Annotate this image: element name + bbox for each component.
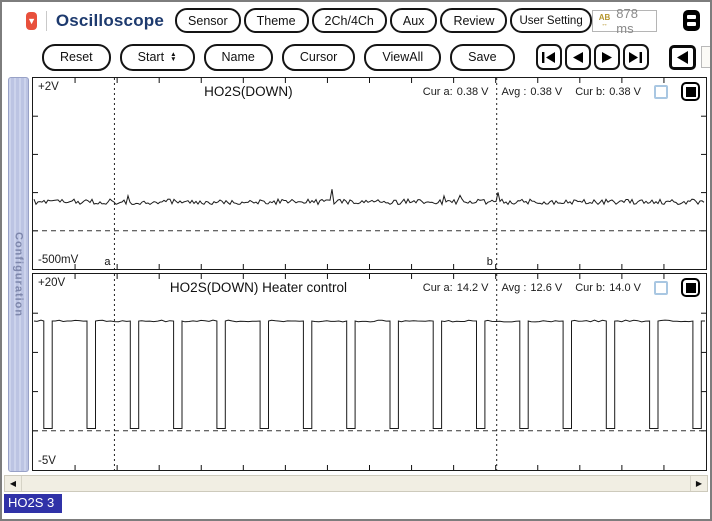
- cursor-time-display: AB ↔ 878 ms: [592, 10, 657, 32]
- toolbar-divider: [46, 11, 47, 31]
- name-button[interactable]: Name: [204, 44, 273, 71]
- chart-stack: +2V -500mV HO2S(DOWN) Cur a:0.38 V Avg :…: [32, 77, 707, 472]
- secondary-toolbar: Reset Start ▲▼ Name Cursor ViewAll Save: [2, 39, 710, 75]
- cursor-b-label[interactable]: b: [487, 256, 493, 268]
- scrollbar-track[interactable]: [22, 476, 690, 491]
- cursor-button[interactable]: Cursor: [282, 44, 356, 71]
- ch2-cursor-a-value: 14.2 V: [457, 282, 489, 294]
- ch2-bottom-scale-label: -5V: [38, 455, 56, 467]
- ch1-bottom-scale-label: -500mV: [38, 254, 78, 266]
- step-forward-icon: [602, 52, 612, 63]
- viewall-button[interactable]: ViewAll: [364, 44, 441, 71]
- skip-start-icon: [542, 52, 555, 63]
- oscilloscope-window: ▼ Oscilloscope Sensor Theme 2Ch/4Ch Aux …: [0, 0, 712, 521]
- ch1-select-indicator[interactable]: [681, 82, 700, 101]
- start-button[interactable]: Start ▲▼: [120, 44, 195, 71]
- ab-cursor-icon: AB ↔: [599, 14, 611, 28]
- skip-end-icon: [629, 52, 642, 63]
- primary-toolbar: ▼ Oscilloscope Sensor Theme 2Ch/4Ch Aux …: [2, 2, 710, 39]
- cursor-a-label[interactable]: a: [104, 256, 110, 268]
- ch2-title: HO2S(DOWN) Heater control: [170, 280, 347, 295]
- record-tab[interactable]: HO2S 3: [4, 494, 62, 513]
- save-button[interactable]: Save: [450, 44, 515, 71]
- main-area: Configuration +2V -500mV HO2S(DOWN) Cur …: [2, 75, 710, 472]
- skip-to-start-button[interactable]: [536, 44, 562, 70]
- ch2-checkbox[interactable]: [654, 281, 668, 295]
- window-layout-button[interactable]: [683, 10, 700, 31]
- cursor-time-value: 878 ms: [616, 6, 649, 36]
- aux-button[interactable]: Aux: [390, 8, 438, 33]
- ch2-select-indicator[interactable]: [681, 278, 700, 297]
- horizontal-scrollbar[interactable]: ◀ ▶: [4, 475, 708, 492]
- scroll-left-button[interactable]: ◀: [5, 476, 22, 491]
- scroll-right-button[interactable]: ▶: [690, 476, 707, 491]
- user-setting-button[interactable]: User Setting: [510, 8, 591, 33]
- app-title: Oscilloscope: [56, 11, 164, 31]
- channel-mode-button[interactable]: 2Ch/4Ch: [312, 8, 387, 33]
- ch2-cursor-b-value: 14.0 V: [609, 282, 641, 294]
- step-forward-button[interactable]: [594, 44, 620, 70]
- ch2-top-scale-label: +20V: [38, 277, 65, 289]
- sensor-button[interactable]: Sensor: [175, 8, 241, 33]
- ch1-cursor-a-value: 0.38 V: [457, 86, 489, 98]
- channel-1-chart[interactable]: +2V -500mV HO2S(DOWN) Cur a:0.38 V Avg :…: [32, 77, 707, 270]
- left-arrow-icon: [677, 51, 688, 64]
- ch2-measurements: Cur a:14.2 V Avg :12.6 V Cur b:14.0 V: [423, 278, 700, 297]
- step-back-icon: [573, 52, 583, 63]
- start-spinner-icon: ▲▼: [170, 52, 176, 63]
- skip-to-end-button[interactable]: [623, 44, 649, 70]
- channel-2-chart[interactable]: +20V -5V HO2S(DOWN) Heater control Cur a…: [32, 273, 707, 471]
- ch1-measurements: Cur a:0.38 V Avg :0.38 V Cur b:0.38 V: [423, 82, 700, 101]
- step-back-button[interactable]: [565, 44, 591, 70]
- ch1-title: HO2S(DOWN): [204, 84, 293, 99]
- ch1-checkbox[interactable]: [654, 85, 668, 99]
- ch1-top-scale-label: +2V: [38, 81, 59, 93]
- ch1-avg-value: 0.38 V: [530, 86, 562, 98]
- playback-nav-group: [536, 44, 649, 70]
- review-button[interactable]: Review: [440, 8, 507, 33]
- app-menu-button[interactable]: ▼: [26, 12, 37, 30]
- timebase-value: 100ms: [701, 46, 712, 68]
- timebase-decrease-button[interactable]: [669, 45, 696, 70]
- timebase-group: 100ms: [669, 45, 712, 70]
- theme-button[interactable]: Theme: [244, 8, 309, 33]
- configuration-tab-label: Configuration: [13, 232, 25, 317]
- reset-button[interactable]: Reset: [42, 44, 111, 71]
- dropdown-arrow-icon: ▼: [27, 16, 36, 26]
- ch2-avg-value: 12.6 V: [530, 282, 562, 294]
- ch1-cursor-b-value: 0.38 V: [609, 86, 641, 98]
- configuration-tab[interactable]: Configuration: [8, 77, 29, 472]
- channel-1-waveform-plot[interactable]: [33, 78, 706, 269]
- channel-2-waveform-plot[interactable]: [33, 274, 706, 470]
